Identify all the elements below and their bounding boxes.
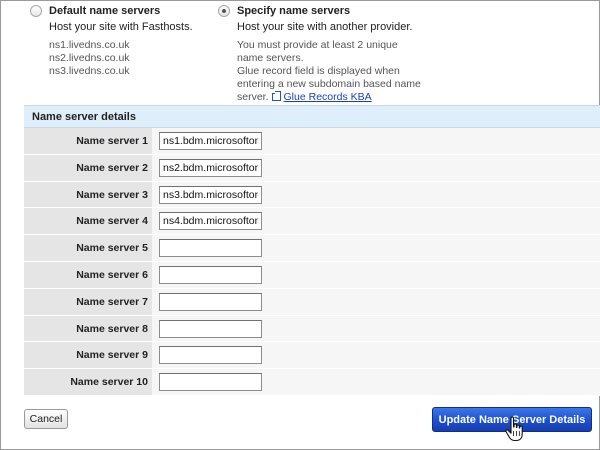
specify-name-servers-note: You must provide at least 2 unique name … [237, 39, 427, 104]
specify-name-servers-title: Specify name servers [237, 5, 351, 17]
default-name-server-item: ns2.livedns.co.uk [49, 52, 130, 64]
glue-records-kba-link[interactable]: Glue Records KBA [284, 91, 372, 103]
note-line: Glue record field is displayed when [237, 65, 400, 77]
name-server-row: Name server 10 [24, 369, 600, 396]
name-server-row: Name server 2 [24, 154, 600, 182]
name-server-row: Name server 9 [24, 342, 600, 370]
name-server-1-input[interactable] [159, 132, 262, 150]
note-line-with-link: server. Glue Records KBA [237, 91, 427, 104]
default-name-servers-description: Host your site with Fasthosts. [49, 21, 193, 33]
name-server-3-input[interactable] [159, 185, 262, 204]
external-link-icon [271, 91, 281, 101]
name-server-value-cell [152, 154, 600, 181]
name-server-value-cell [152, 315, 600, 342]
name-server-rows: Name server 1 Name server 2 Name server … [24, 128, 600, 396]
name-server-value-cell [152, 208, 600, 235]
name-server-label: Name server 10 [24, 369, 152, 395]
name-server-value-cell [152, 235, 600, 261]
name-server-9-input[interactable] [159, 346, 262, 365]
name-server-7-input[interactable] [159, 292, 262, 311]
name-server-label: Name server 6 [24, 261, 152, 288]
name-server-label: Name server 9 [24, 342, 152, 369]
name-server-label: Name server 4 [24, 208, 152, 235]
name-server-8-input[interactable] [159, 319, 262, 338]
specify-name-servers-description: Host your site with another provider. [237, 21, 413, 33]
default-name-server-item: ns1.livedns.co.uk [49, 39, 130, 51]
default-name-servers-title: Default name servers [49, 5, 161, 17]
name-server-label: Name server 3 [24, 181, 152, 208]
name-server-row: Name server 4 [24, 208, 600, 236]
name-server-2-input[interactable] [159, 158, 262, 177]
name-server-label: Name server 1 [24, 128, 152, 154]
name-server-4-input[interactable] [159, 212, 262, 231]
name-server-value-cell [152, 288, 600, 315]
note-line: You must provide at least 2 unique [237, 39, 398, 51]
name-server-row: Name server 7 [24, 288, 600, 316]
name-server-row: Name server 5 [24, 235, 600, 262]
default-name-server-item: ns3.livedns.co.uk [49, 65, 130, 77]
name-server-label: Name server 7 [24, 288, 152, 315]
name-server-details-panel: Name server details Name server 1 Name s… [24, 105, 600, 398]
name-server-value-cell [152, 342, 600, 369]
name-server-row: Name server 8 [24, 315, 600, 343]
cancel-button[interactable]: Cancel [24, 409, 68, 429]
name-server-label: Name server 5 [24, 235, 152, 261]
name-server-6-input[interactable] [159, 265, 262, 284]
specify-name-servers-radio[interactable] [218, 5, 230, 17]
name-server-label: Name server 8 [24, 315, 152, 342]
name-server-value-cell [152, 369, 600, 395]
note-line: entering a new subdomain based name [237, 78, 421, 90]
hand-pointer-icon [505, 416, 523, 442]
name-server-value-cell [152, 128, 600, 154]
name-server-row: Name server 6 [24, 261, 600, 289]
name-server-row: Name server 1 [24, 128, 600, 155]
name-server-10-input[interactable] [159, 373, 262, 392]
name-server-details-title: Name server details [24, 105, 600, 128]
note-line: server. [237, 91, 269, 103]
default-name-servers-radio[interactable] [30, 5, 42, 17]
name-server-value-cell [152, 261, 600, 288]
name-server-label: Name server 2 [24, 154, 152, 181]
default-name-server-list: ns1.livedns.co.uk ns2.livedns.co.uk ns3.… [49, 39, 130, 78]
name-server-5-input[interactable] [159, 239, 262, 258]
name-server-value-cell [152, 181, 600, 208]
name-server-row: Name server 3 [24, 181, 600, 209]
note-line: name servers. [237, 52, 304, 64]
